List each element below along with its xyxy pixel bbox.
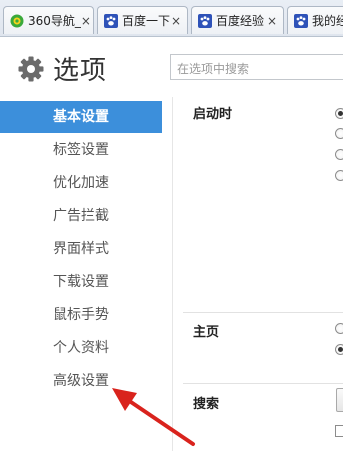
- 360-logo-icon: [9, 13, 25, 29]
- section-startup-title: 启动时: [193, 107, 233, 122]
- section-homepage-title: 主页: [193, 325, 220, 340]
- close-icon[interactable]: ×: [171, 14, 181, 28]
- sidebar-item-ui-style[interactable]: 界面样式: [0, 233, 160, 265]
- tab-baidu-jingyan[interactable]: 百度经验 ×: [191, 6, 284, 34]
- close-icon[interactable]: ×: [81, 14, 91, 28]
- tab-my-jingyan[interactable]: 我的经: [287, 6, 343, 34]
- close-icon[interactable]: ×: [267, 14, 277, 28]
- divider: [183, 383, 343, 384]
- startup-radio-1[interactable]: [335, 108, 343, 119]
- tab-360-nav[interactable]: 360导航_ ×: [3, 6, 94, 34]
- homepage-radio-1[interactable]: [335, 323, 343, 334]
- tab-label: 百度经验: [216, 14, 265, 28]
- annotation-arrow-icon: [112, 388, 195, 446]
- startup-radio-4[interactable]: [335, 170, 343, 181]
- tab-label: 我的经: [312, 14, 343, 28]
- sidebar-item-optimize[interactable]: 优化加速: [0, 167, 160, 199]
- search-input[interactable]: 在选项中搜索: [170, 54, 343, 80]
- startup-radio-2[interactable]: [335, 128, 343, 139]
- sidebar-item-ad-block[interactable]: 广告拦截: [0, 200, 160, 232]
- sidebar-item-basic-settings[interactable]: 基本设置: [0, 101, 170, 133]
- search-checkbox[interactable]: [335, 425, 343, 437]
- sidebar-item-download[interactable]: 下载设置: [0, 266, 160, 298]
- tab-label: 360导航_: [28, 14, 81, 28]
- divider: [183, 312, 343, 313]
- tab-label: 百度一下: [122, 14, 171, 28]
- paw-icon: [103, 13, 119, 29]
- search-engine-dropdown[interactable]: [336, 388, 343, 412]
- search-placeholder: 在选项中搜索: [177, 62, 250, 76]
- paw-icon: [293, 13, 309, 29]
- startup-radio-3[interactable]: [335, 149, 343, 160]
- paw-icon: [197, 13, 213, 29]
- sidebar-item-tab-settings[interactable]: 标签设置: [0, 134, 160, 166]
- sidebar-item-profile[interactable]: 个人资料: [0, 332, 160, 364]
- homepage-radio-2[interactable]: [335, 344, 343, 355]
- sidebar-item-mouse-gesture[interactable]: 鼠标手势: [0, 299, 160, 331]
- page-title: 选项: [53, 56, 108, 86]
- gear-icon: [18, 56, 44, 82]
- tab-strip: 360导航_ × 百度一下 × 百度经验 × 我的: [0, 0, 343, 37]
- tab-baidu[interactable]: 百度一下 ×: [97, 6, 188, 34]
